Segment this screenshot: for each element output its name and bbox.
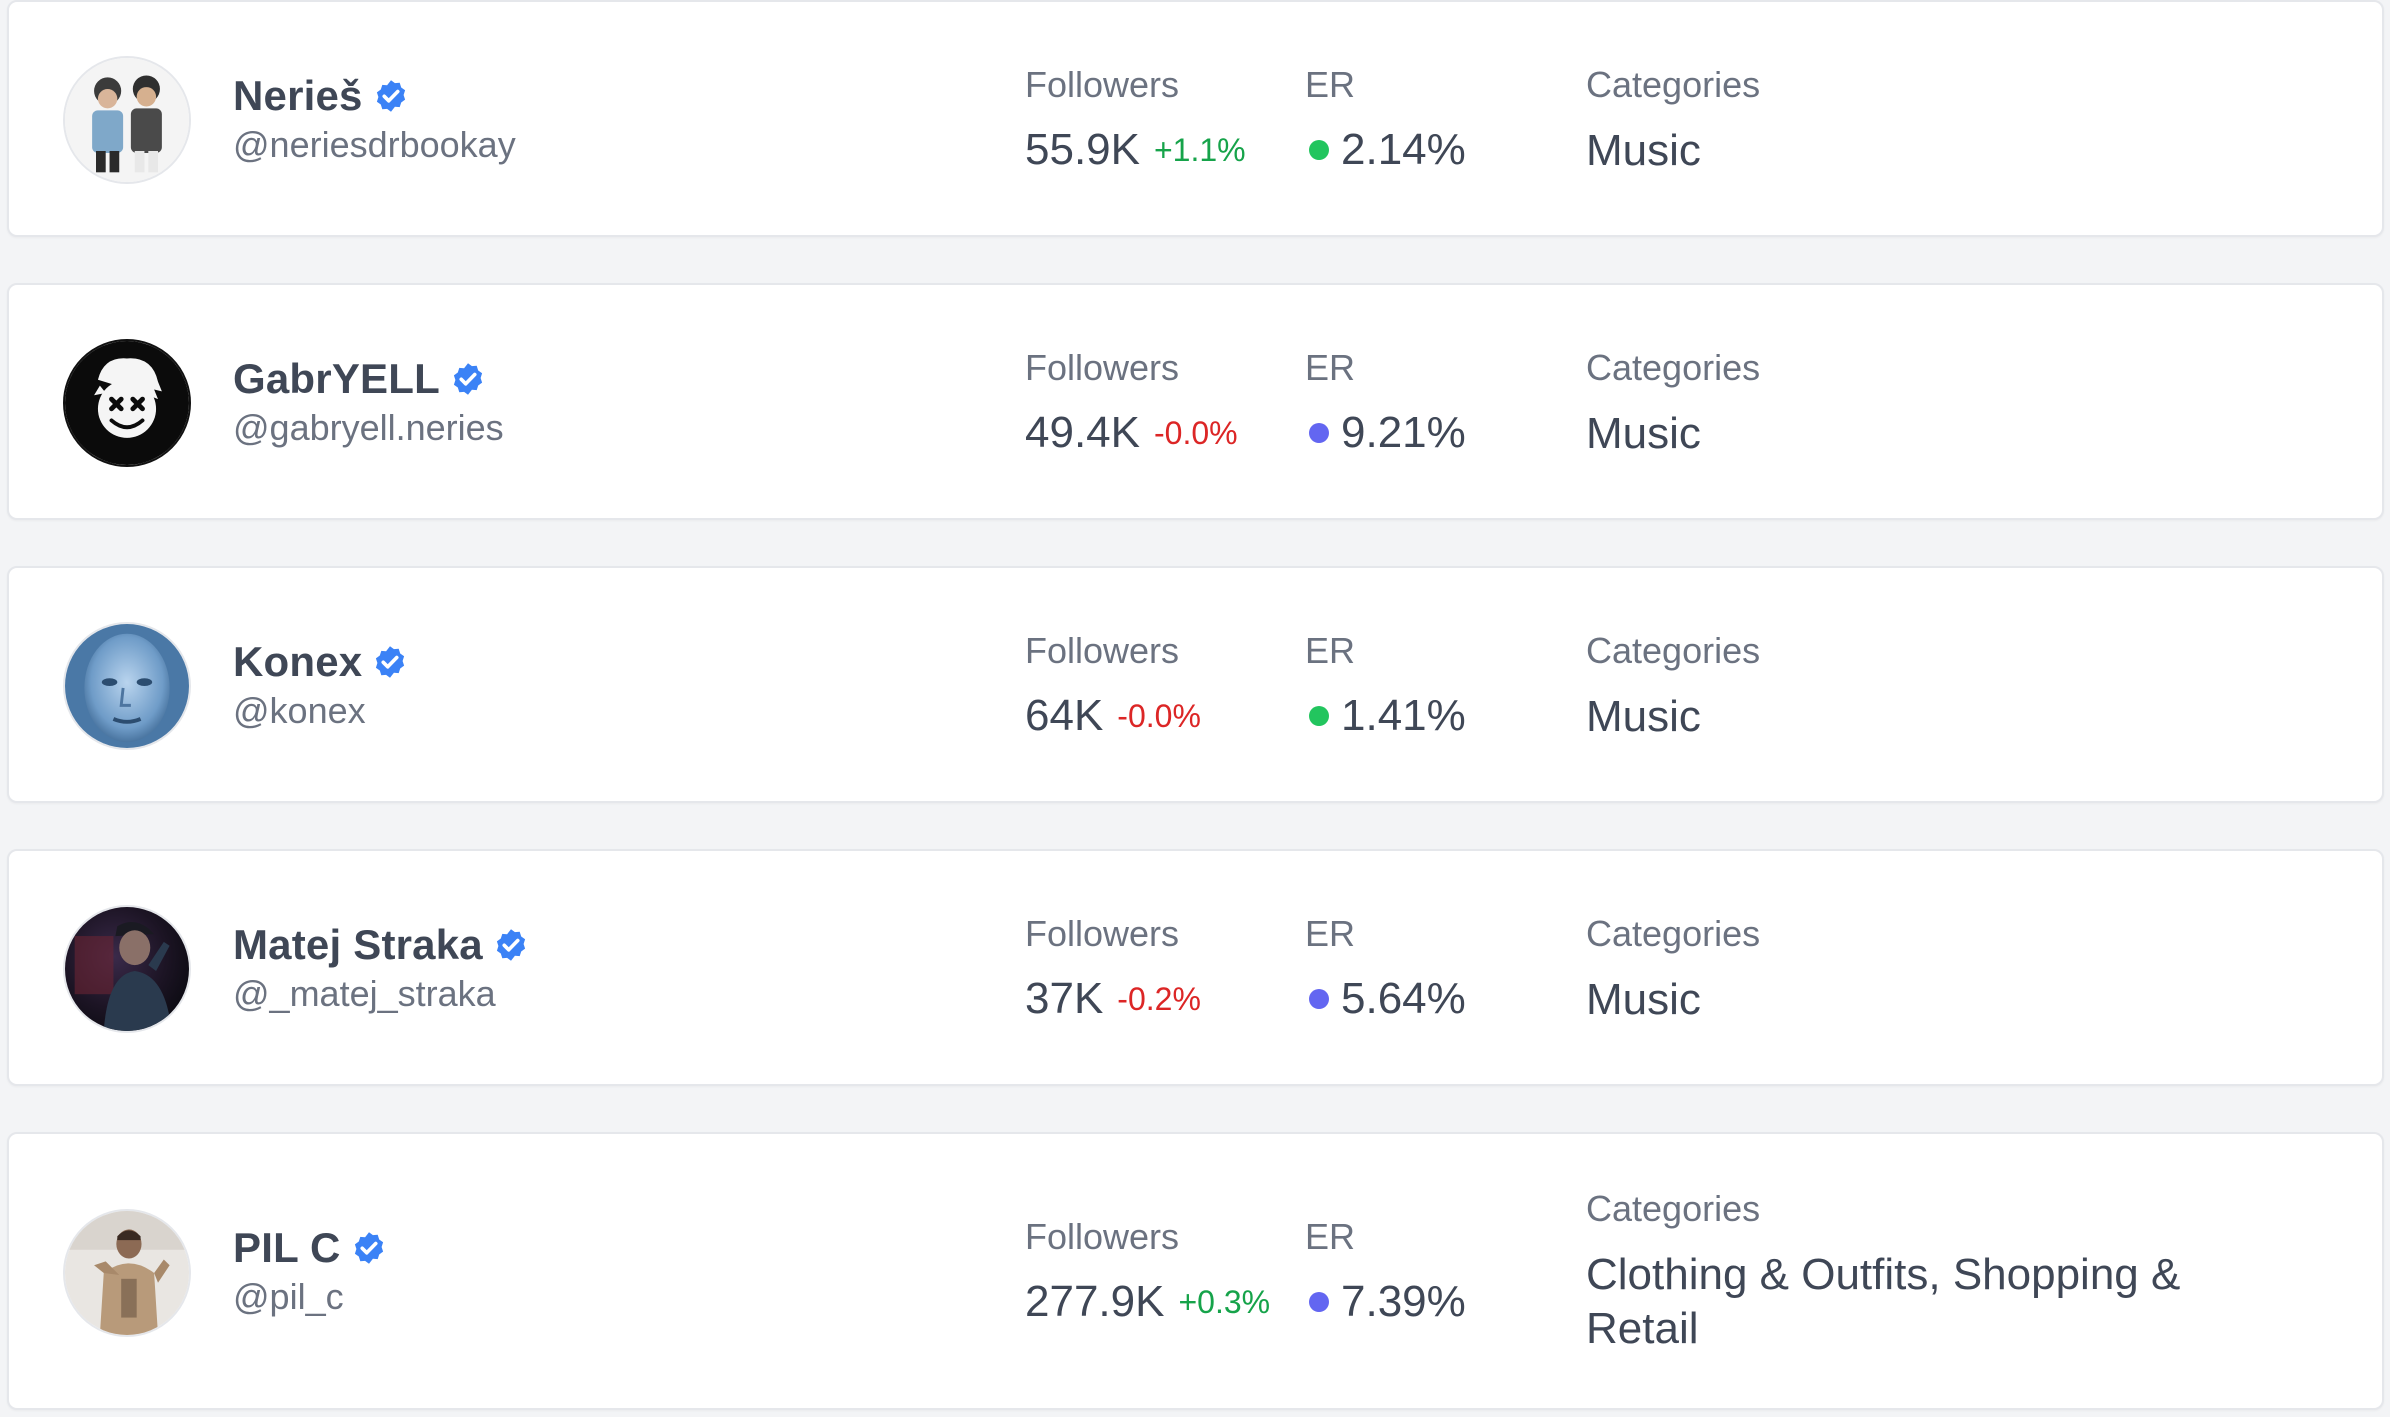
er-value: 7.39%: [1341, 1277, 1466, 1326]
influencer-list: Nerieš @neriesdrbookay Followers 55.9K +…: [0, 0, 2390, 1417]
categories-label: Categories: [1586, 630, 1761, 671]
er-label: ER: [1305, 347, 1356, 388]
er-label: ER: [1305, 64, 1356, 105]
followers-change: -0.2%: [1117, 981, 1201, 1017]
influencer-handle[interactable]: @neriesdrbookay: [233, 124, 516, 166]
avatar-blue-face-photo-icon: [65, 624, 189, 748]
categories-stat: Categories Music: [1586, 62, 2286, 178]
er-label: ER: [1305, 1216, 1356, 1257]
followers-change: +0.3%: [1178, 1284, 1271, 1320]
er-value: 2.14%: [1341, 125, 1466, 174]
influencer-card[interactable]: PIL C @pil_c Followers 277.9K +0.3% ER 7…: [7, 1132, 2384, 1410]
avatar[interactable]: [63, 622, 191, 750]
avatar[interactable]: [63, 905, 191, 1033]
er-status-dot: [1309, 423, 1329, 443]
categories-label: Categories: [1586, 1188, 1761, 1229]
followers-stat: Followers 49.4K -0.0%: [1025, 345, 1238, 459]
er-status-dot: [1309, 706, 1329, 726]
avatar-man-jacket-photo-icon: [65, 1211, 189, 1335]
verified-badge-icon: [376, 80, 405, 112]
influencer-name[interactable]: GabrYELL: [233, 355, 440, 403]
followers-count: 37K: [1025, 974, 1104, 1023]
er-status-dot: [1309, 1292, 1329, 1312]
categories-stat: Categories Music: [1586, 345, 2286, 461]
avatar-two-men-photo-icon: [65, 58, 189, 182]
er-stat: ER 2.14%: [1305, 62, 1466, 176]
er-label: ER: [1305, 913, 1356, 954]
influencer-name[interactable]: Nerieš: [233, 72, 363, 120]
influencer-card[interactable]: Nerieš @neriesdrbookay Followers 55.9K +…: [7, 0, 2384, 237]
followers-stat: Followers 277.9K +0.3%: [1025, 1214, 1270, 1328]
influencer-card[interactable]: GabrYELL @gabryell.neries Followers 49.4…: [7, 283, 2384, 520]
er-value: 9.21%: [1341, 408, 1466, 457]
er-value: 1.41%: [1341, 691, 1466, 740]
influencer-name[interactable]: Konex: [233, 638, 362, 686]
categories-label: Categories: [1586, 64, 1761, 105]
identity: PIL C @pil_c: [233, 1222, 387, 1318]
followers-stat: Followers 64K -0.0%: [1025, 628, 1201, 742]
er-value: 5.64%: [1341, 974, 1466, 1023]
influencer-handle[interactable]: @pil_c: [233, 1276, 387, 1318]
avatar-man-cap-dark-photo-icon: [65, 907, 189, 1031]
categories-label: Categories: [1586, 913, 1761, 954]
influencer-card[interactable]: Konex @konex Followers 64K -0.0% ER 1.41…: [7, 566, 2384, 803]
verified-badge-icon: [453, 363, 483, 395]
categories-value: Music: [1586, 975, 1701, 1024]
categories-stat: Categories Music: [1586, 911, 2286, 1027]
followers-label: Followers: [1025, 1216, 1180, 1257]
er-stat: ER 5.64%: [1305, 911, 1466, 1025]
influencer-card[interactable]: Matej Straka @_matej_straka Followers 37…: [7, 849, 2384, 1086]
avatar-xx-face-logo-icon: [65, 341, 189, 465]
identity: Matej Straka @_matej_straka: [233, 919, 529, 1015]
categories-label: Categories: [1586, 347, 1761, 388]
followers-count: 64K: [1025, 691, 1104, 740]
identity: Konex @konex: [233, 636, 408, 732]
avatar[interactable]: [63, 1209, 191, 1337]
categories-value: Clothing & Outfits, Shopping & Retail: [1586, 1250, 2181, 1353]
categories-stat: Categories Clothing & Outfits, Shopping …: [1586, 1186, 2286, 1356]
followers-label: Followers: [1025, 64, 1180, 105]
followers-change: +1.1%: [1153, 132, 1246, 168]
categories-value: Music: [1586, 692, 1701, 741]
influencer-handle[interactable]: @konex: [233, 690, 408, 732]
categories-value: Music: [1586, 409, 1701, 458]
followers-label: Followers: [1025, 347, 1180, 388]
identity: Nerieš @neriesdrbookay: [233, 70, 516, 166]
er-stat: ER 9.21%: [1305, 345, 1466, 459]
categories-stat: Categories Music: [1586, 628, 2286, 744]
categories-value: Music: [1586, 126, 1701, 175]
influencer-handle[interactable]: @gabryell.neries: [233, 407, 504, 449]
followers-count: 49.4K: [1025, 408, 1140, 457]
er-status-dot: [1309, 140, 1329, 160]
er-status-dot: [1309, 989, 1329, 1009]
identity: GabrYELL @gabryell.neries: [233, 353, 504, 449]
influencer-name[interactable]: Matej Straka: [233, 921, 483, 969]
followers-stat: Followers 37K -0.2%: [1025, 911, 1201, 1025]
followers-stat: Followers 55.9K +1.1%: [1025, 62, 1246, 176]
er-stat: ER 7.39%: [1305, 1214, 1466, 1328]
followers-count: 277.9K: [1025, 1277, 1165, 1326]
influencer-handle[interactable]: @_matej_straka: [233, 973, 529, 1015]
followers-label: Followers: [1025, 913, 1180, 954]
er-label: ER: [1305, 630, 1356, 671]
followers-label: Followers: [1025, 630, 1180, 671]
followers-change: -0.0%: [1153, 415, 1238, 451]
verified-badge-icon: [376, 646, 405, 678]
verified-badge-icon: [496, 929, 525, 961]
influencer-name[interactable]: PIL C: [233, 1224, 341, 1272]
followers-count: 55.9K: [1025, 125, 1140, 174]
followers-change: -0.0%: [1117, 698, 1201, 734]
avatar[interactable]: [63, 56, 191, 184]
er-stat: ER 1.41%: [1305, 628, 1466, 742]
avatar[interactable]: [63, 339, 191, 467]
verified-badge-icon: [354, 1232, 383, 1264]
